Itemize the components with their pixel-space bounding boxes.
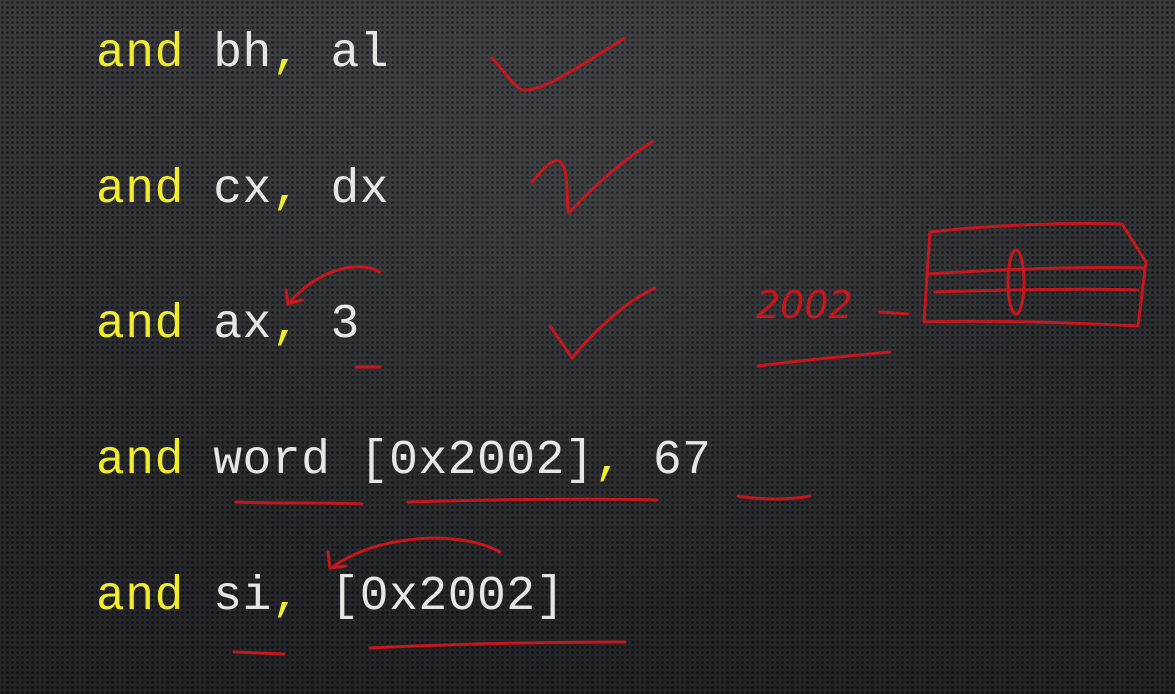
code-line-2: and cx, dx: [96, 162, 389, 218]
memory-arrow: [878, 310, 910, 316]
mnemonic: and: [96, 434, 184, 488]
destination-operand: ax: [213, 298, 272, 352]
destination-operand: cx: [213, 163, 272, 217]
check-mark-1: [490, 36, 627, 92]
memory-cell-box: [922, 221, 1148, 328]
destination-operand: [0x2002]: [359, 434, 595, 488]
source-operand: [0x2002]: [330, 570, 565, 624]
comma: ,: [271, 570, 302, 624]
arrow-mem-to-si: [332, 536, 502, 568]
slide: and bh, al and cx, dx and ax, 3 and word…: [0, 0, 1175, 694]
underline-mem-operand: [368, 640, 627, 650]
check-mark-3: [548, 286, 657, 360]
arrow-mem-to-si-head: [326, 550, 348, 570]
mnemonic: and: [96, 298, 184, 352]
mnemonic: and: [96, 27, 184, 81]
memory-address-label: 2002: [756, 283, 853, 327]
svg-text:2002: 2002: [756, 283, 853, 327]
memory-value-zero: [1006, 248, 1026, 316]
source-operand: 3: [330, 298, 360, 352]
memory-cell-divider: [926, 265, 1146, 276]
comma: ,: [271, 298, 302, 352]
size-specifier: word: [213, 434, 331, 488]
mnemonic: and: [96, 163, 184, 217]
source-operand: 67: [652, 434, 712, 488]
comma: ,: [594, 434, 624, 488]
mnemonic: and: [96, 570, 184, 624]
destination-operand: bh: [213, 27, 272, 81]
check-mark-2: [530, 140, 654, 215]
memory-address-underline: [756, 350, 892, 368]
source-operand: al: [330, 27, 390, 81]
underline-word: [234, 500, 364, 506]
underline-si: [232, 650, 286, 656]
destination-operand: si: [213, 570, 272, 624]
code-line-4: and word [0x2002], 67: [96, 433, 711, 489]
comma: ,: [271, 163, 302, 217]
code-line-5: and si, [0x2002]: [96, 569, 565, 625]
underline-address-0x2002: [406, 497, 659, 504]
code-line-1: and bh, al: [96, 26, 389, 82]
code-line-3: and ax, 3: [96, 297, 360, 353]
comma: ,: [271, 27, 302, 81]
source-operand: dx: [330, 163, 390, 217]
underline-67: [736, 494, 812, 501]
memory-cell-byte-divider: [933, 287, 1140, 294]
